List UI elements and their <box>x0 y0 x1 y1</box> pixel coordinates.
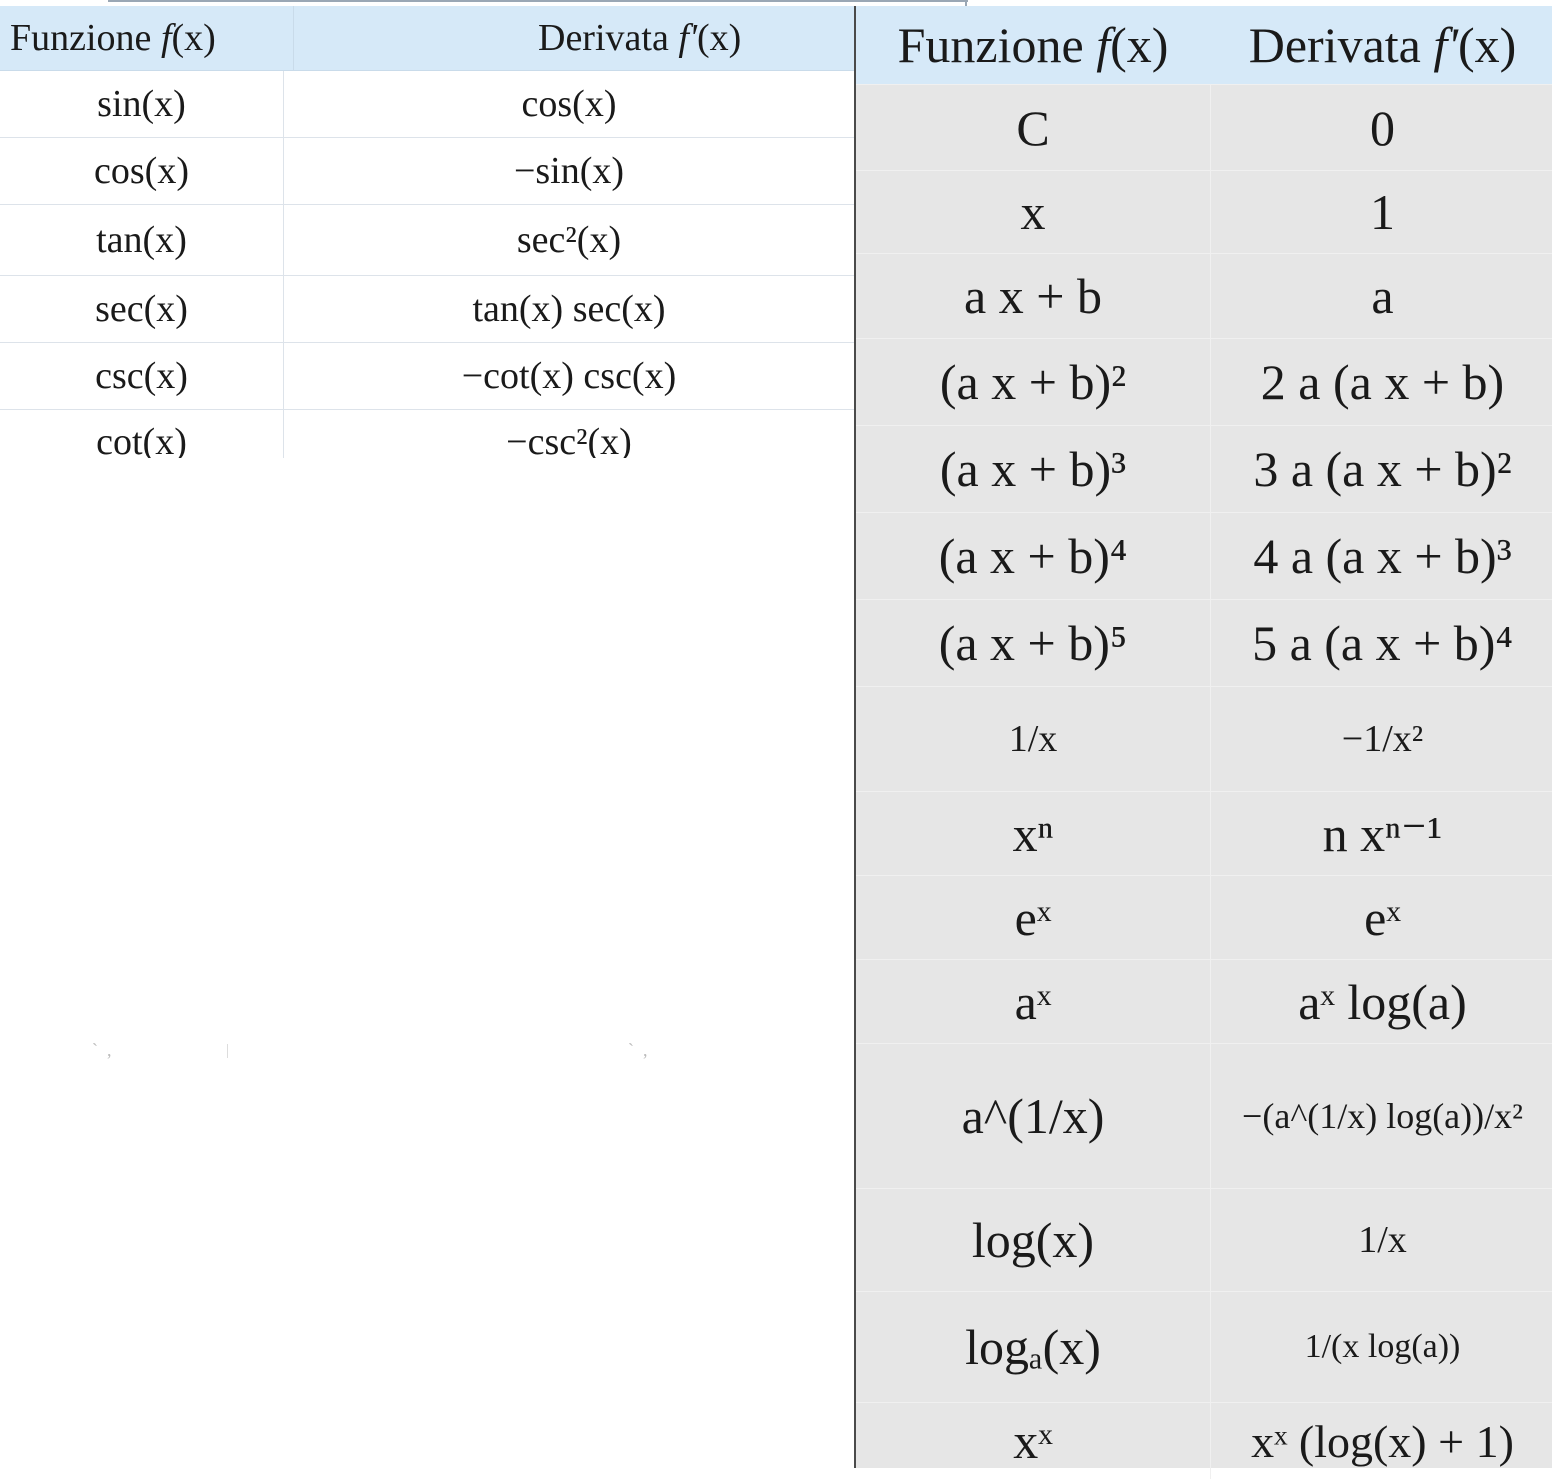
header-derivative: Derivata f'(x) <box>294 6 854 70</box>
derivative-cell: n xⁿ⁻¹ <box>1322 805 1443 862</box>
header-derivative-label: Derivata <box>538 17 669 59</box>
derivative-cell: 1/(x log(a)) <box>1304 1328 1461 1365</box>
header-derivative-arg: (x) <box>1457 17 1517 73</box>
function-cell: tan(x) <box>96 219 187 261</box>
function-cell: sec(x) <box>95 288 188 330</box>
function-cell: aˣ <box>1014 973 1052 1030</box>
table-row: tan(x) sec²(x) <box>0 205 854 276</box>
basic-derivatives-table: Funzione f(x) Derivata f'(x) C 0 x 1 a x… <box>854 6 1552 1479</box>
derivative-cell: sec²(x) <box>516 219 622 261</box>
derivative-cell: −(a^(1/x) log(a))/x² <box>1242 1096 1523 1136</box>
header-function-label: Funzione <box>897 17 1084 73</box>
render-artifact-line <box>227 1044 228 1058</box>
function-cell: x <box>1020 184 1046 240</box>
derivative-cell: tan(x) sec(x) <box>472 288 666 330</box>
table-row: x 1 <box>856 171 1552 254</box>
function-cell: logₐ(x) <box>965 1319 1101 1375</box>
function-cell: (a x + b)³ <box>939 441 1127 497</box>
derivative-cell: −sin(x) <box>513 150 625 192</box>
function-cell: log(x) <box>971 1212 1095 1268</box>
header-function-symbol: f <box>1096 17 1111 73</box>
table-header: Funzione f(x) Derivata f'(x) <box>856 6 1552 85</box>
derivative-cell: 0 <box>1370 99 1395 156</box>
function-cell: sin(x) <box>97 83 186 125</box>
render-artifact: ` , <box>628 1040 648 1060</box>
derivative-cell: 5 a (a x + b)⁴ <box>1252 615 1513 671</box>
header-function-arg: (x) <box>171 17 216 59</box>
table-row: 1/x −1/x² <box>856 687 1552 792</box>
header-derivative-symbol: f' <box>1433 17 1458 73</box>
function-cell: C <box>1016 99 1050 156</box>
derivative-cell: 4 a (a x + b)³ <box>1253 528 1512 584</box>
function-cell: cos(x) <box>94 150 189 192</box>
derivative-cell: −1/x² <box>1341 718 1424 760</box>
table-row: a^(1/x) −(a^(1/x) log(a))/x² <box>856 1044 1552 1189</box>
function-cell: 1/x <box>1008 718 1058 760</box>
trig-derivatives-table: Funzione f(x) Derivata f'(x) sin(x) cos(… <box>0 6 854 458</box>
table-row: csc(x) −cot(x) csc(x) <box>0 343 854 410</box>
table-header: Funzione f(x) Derivata f'(x) <box>0 6 854 71</box>
derivative-cell: −cot(x) csc(x) <box>461 355 677 397</box>
table-row: (a x + b)³ 3 a (a x + b)² <box>856 426 1552 513</box>
table-row: C 0 <box>856 85 1552 171</box>
function-cell: xⁿ <box>1012 805 1054 862</box>
derivative-cell: a <box>1371 268 1394 324</box>
derivative-cell: 2 a (a x + b) <box>1260 354 1505 410</box>
header-function: Funzione f(x) <box>0 6 294 70</box>
header-function-arg: (x) <box>1110 17 1169 73</box>
derivative-cell: 3 a (a x + b)² <box>1253 441 1512 497</box>
derivative-cell: xˣ (log(x) + 1) <box>1251 1415 1514 1467</box>
function-cell: xˣ <box>1013 1413 1053 1469</box>
header-derivative-symbol: f' <box>678 17 697 59</box>
table-row: cos(x) −sin(x) <box>0 138 854 205</box>
function-cell: eˣ <box>1014 889 1052 946</box>
table-row: sec(x) tan(x) sec(x) <box>0 276 854 343</box>
header-derivative-label: Derivata <box>1248 17 1421 73</box>
table-row: (a x + b)² 2 a (a x + b) <box>856 339 1552 426</box>
table-row: cot(x) −csc²(x) <box>0 410 854 458</box>
function-cell: csc(x) <box>95 355 188 397</box>
function-cell: a x + b <box>964 268 1102 324</box>
header-function-label: Funzione <box>10 17 152 59</box>
header-derivative: Derivata f'(x) <box>1211 6 1552 84</box>
header-function: Funzione f(x) <box>856 6 1211 84</box>
function-cell: a^(1/x) <box>961 1088 1105 1144</box>
table-row: aˣ aˣ log(a) <box>856 960 1552 1044</box>
function-cell: (a x + b)⁵ <box>938 615 1128 671</box>
render-artifact: ` , <box>92 1040 112 1060</box>
table-row: (a x + b)⁵ 5 a (a x + b)⁴ <box>856 600 1552 687</box>
derivative-cell: cos(x) <box>521 83 617 125</box>
function-cell: (a x + b)⁴ <box>938 528 1128 584</box>
derivative-cell: 1/x <box>1358 1219 1407 1261</box>
function-cell: cot(x) <box>96 421 187 458</box>
table-row: log(x) 1/x <box>856 1189 1552 1292</box>
table-row: a x + b a <box>856 254 1552 339</box>
derivative-cell: eˣ <box>1364 889 1401 946</box>
derivative-cell: 1 <box>1370 184 1395 240</box>
table-row: eˣ eˣ <box>856 876 1552 960</box>
header-function-symbol: f <box>160 17 172 59</box>
table-row: logₐ(x) 1/(x log(a)) <box>856 1292 1552 1403</box>
function-cell: (a x + b)² <box>939 354 1127 410</box>
table-row: sin(x) cos(x) <box>0 71 854 138</box>
top-border-line <box>108 0 968 2</box>
derivative-cell: aˣ log(a) <box>1298 973 1467 1030</box>
table-row: (a x + b)⁴ 4 a (a x + b)³ <box>856 513 1552 600</box>
derivative-cell: −csc²(x) <box>506 421 632 458</box>
header-derivative-arg: (x) <box>697 17 742 59</box>
table-row: xⁿ n xⁿ⁻¹ <box>856 792 1552 876</box>
